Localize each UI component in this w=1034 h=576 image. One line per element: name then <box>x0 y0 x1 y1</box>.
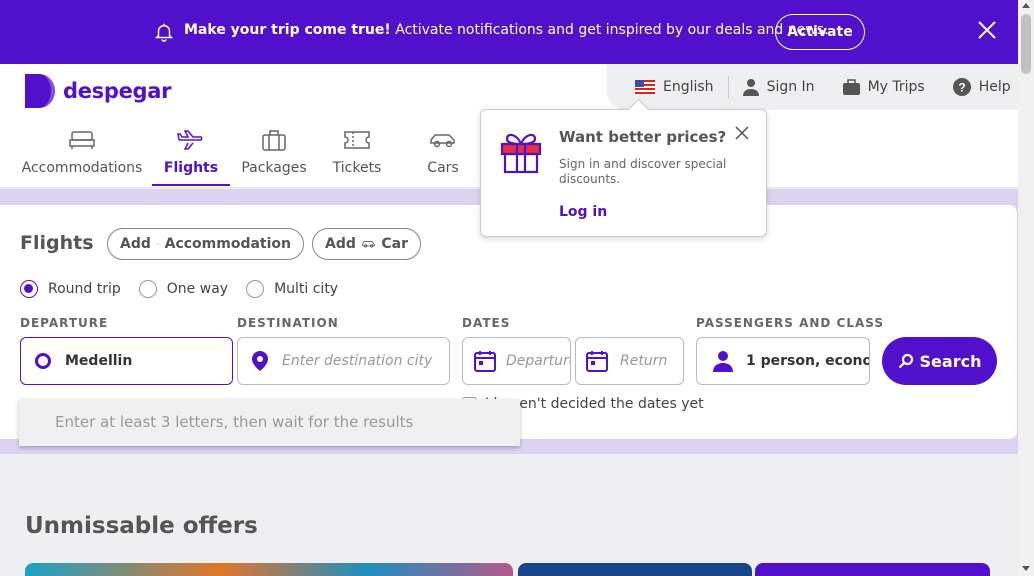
offers-title: Unmissable offers <box>25 513 258 539</box>
activate-button[interactable]: Activate <box>775 14 865 50</box>
svg-text:?: ? <box>958 81 965 95</box>
ticket-icon <box>344 131 370 149</box>
sign-in-link[interactable]: Sign In <box>742 78 815 96</box>
my-trips-label: My Trips <box>867 79 925 95</box>
user-icon <box>742 79 759 96</box>
car-icon <box>430 134 455 148</box>
tab-label: Flights <box>163 160 219 176</box>
search-icon <box>898 353 913 369</box>
dates-label: DATES <box>462 316 511 330</box>
log-in-link[interactable]: Log in <box>559 204 607 220</box>
return-date-placeholder: Return <box>620 353 668 369</box>
passengers-label: PASSENGERS AND CLASS <box>696 316 885 330</box>
add-label: Add <box>120 236 151 252</box>
radio-label: Multi city <box>274 281 339 297</box>
better-prices-popover: Want better prices? Sign in and discover… <box>480 109 767 237</box>
passengers-field[interactable]: 1 person, economy <box>696 337 870 385</box>
top-nav: English Sign In My Trips ? Help <box>607 64 1018 110</box>
tab-accommodations[interactable]: Accommodations <box>20 124 144 186</box>
tab-tickets[interactable]: Tickets <box>322 124 392 186</box>
tab-packages[interactable]: Packages <box>238 124 310 186</box>
gift-icon <box>500 133 542 174</box>
return-date-field[interactable]: Return <box>575 337 684 385</box>
bed-icon <box>156 243 159 245</box>
add-car-label: Car <box>381 236 408 252</box>
calendar-icon <box>474 351 496 372</box>
page-scrollbar[interactable] <box>1018 0 1034 576</box>
tab-label: Accommodations <box>21 160 143 176</box>
banner-message: Make your trip come true! Activate notif… <box>184 22 828 38</box>
add-car-button[interactable]: Add Car <box>312 228 421 260</box>
departure-label: DEPARTURE <box>20 316 109 330</box>
us-flag-icon <box>635 80 655 94</box>
scrollbar-thumb[interactable] <box>1021 14 1031 74</box>
search-button-label: Search <box>919 351 982 371</box>
radio-label: Round trip <box>48 281 121 297</box>
departure-value: Medellin <box>65 353 133 369</box>
location-pin-icon <box>252 351 268 371</box>
add-label: Add <box>325 236 356 252</box>
plane-icon <box>177 130 203 150</box>
popover-title: Want better prices? <box>559 128 727 146</box>
logo-text: despegar <box>63 79 172 103</box>
language-label: English <box>663 79 714 95</box>
passengers-value: 1 person, economy <box>746 353 869 369</box>
banner-text: Activate notifications and get inspired … <box>390 22 829 38</box>
radio-icon <box>246 280 265 298</box>
departure-date-placeholder: Departure <box>506 353 571 369</box>
radio-icon <box>138 280 157 298</box>
popover-text: Sign in and discover special discounts. <box>559 157 727 186</box>
add-accommodation-button[interactable]: Add Accommodation <box>107 228 304 260</box>
tab-label: Cars <box>427 160 459 176</box>
close-icon[interactable] <box>735 126 749 140</box>
round-trip-radio[interactable]: Round trip <box>20 280 121 298</box>
help-icon: ? <box>952 78 971 96</box>
calendar-icon <box>586 351 608 372</box>
sign-in-label: Sign In <box>766 79 815 95</box>
language-selector[interactable]: English <box>635 79 714 95</box>
help-link[interactable]: ? Help <box>952 78 1011 96</box>
tab-flights[interactable]: Flights <box>152 124 230 186</box>
departure-date-field[interactable]: Departure <box>462 337 571 385</box>
origin-circle-icon <box>35 353 51 369</box>
bell-icon <box>154 23 174 42</box>
notification-banner: Make your trip come true! Activate notif… <box>0 0 1018 64</box>
search-title: Flights <box>20 232 94 254</box>
offer-card[interactable] <box>755 563 990 576</box>
help-label: Help <box>978 79 1011 95</box>
autocomplete-hint: Enter at least 3 letters, then wait for … <box>19 399 520 446</box>
top-nav-divider <box>727 76 729 98</box>
departure-field[interactable]: Medellin <box>20 337 233 385</box>
add-accommodation-label: Accommodation <box>164 236 291 252</box>
my-trips-link[interactable]: My Trips <box>842 79 925 95</box>
one-way-radio[interactable]: One way <box>138 280 229 298</box>
banner-bold-text: Make your trip come true! <box>184 22 391 38</box>
destination-placeholder: Enter destination city <box>282 353 433 369</box>
destination-field[interactable]: Enter destination city <box>237 337 450 385</box>
car-icon <box>362 241 375 248</box>
radio-label: One way <box>166 281 229 297</box>
despegar-logo-icon <box>25 74 55 108</box>
despegar-logo[interactable]: despegar <box>25 74 172 108</box>
bed-icon <box>69 131 95 149</box>
destination-label: DESTINATION <box>237 316 339 330</box>
tab-cars[interactable]: Cars <box>408 124 478 186</box>
multi-city-radio[interactable]: Multi city <box>246 280 338 298</box>
briefcase-icon <box>842 79 860 95</box>
radio-selected-icon <box>20 280 38 298</box>
close-icon[interactable] <box>977 20 997 40</box>
scroll-up-arrow-icon[interactable] <box>1022 3 1030 8</box>
offer-card[interactable] <box>25 563 513 576</box>
tab-label: Tickets <box>332 160 382 176</box>
offer-card[interactable] <box>518 563 752 576</box>
trip-type-group: Round trip One way Multi city <box>20 280 356 298</box>
search-button[interactable]: Search <box>882 337 997 385</box>
person-icon <box>713 351 733 372</box>
tab-label: Packages <box>241 160 307 176</box>
suitcase-icon <box>262 130 286 151</box>
scroll-down-arrow-icon[interactable] <box>1022 566 1030 571</box>
